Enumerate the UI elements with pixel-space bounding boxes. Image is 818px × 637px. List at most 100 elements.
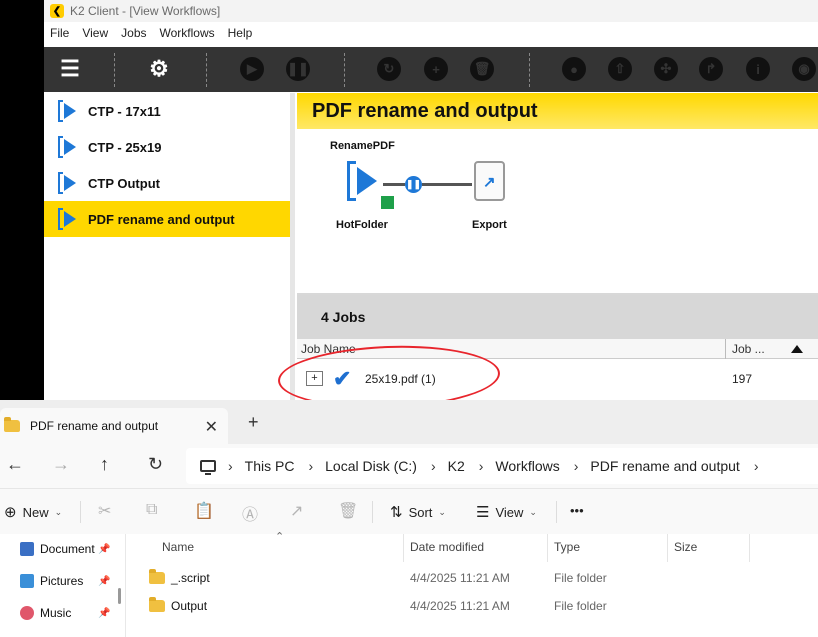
column-type[interactable]: Type — [554, 540, 580, 554]
breadcrumb-separator[interactable]: › — [431, 458, 436, 474]
scrollbar[interactable] — [118, 588, 121, 604]
close-icon[interactable]: ✕ — [205, 417, 218, 437]
breadcrumb-item[interactable]: K2 — [448, 458, 465, 474]
sort-caret-icon: ⌃ — [275, 531, 285, 543]
chevron-down-icon: ⌄ — [54, 506, 63, 517]
forward-icon[interactable]: → — [52, 454, 70, 475]
workflow-item[interactable]: CTP Output — [44, 165, 290, 201]
pin-icon[interactable]: 📌 — [98, 544, 110, 555]
breadcrumb-item[interactable]: This PC — [245, 458, 295, 474]
view-lines-icon: ☰ — [476, 504, 490, 521]
new-button[interactable]: ⊕ New ⌄ — [4, 503, 62, 521]
ink-icon[interactable]: ● — [562, 57, 586, 81]
breadcrumb-separator[interactable]: › — [754, 458, 759, 474]
column-job-number-label: Job ... — [732, 342, 765, 356]
file-row[interactable]: Output 4/4/2025 11:21 AM File folder — [127, 592, 818, 620]
delete-icon[interactable]: 🗑 — [470, 57, 494, 81]
settings-icon[interactable]: ⚙ — [147, 56, 171, 81]
k2-menubar: File View Jobs Workflows Help — [44, 22, 818, 44]
sort-icon: ⇅ — [390, 504, 403, 521]
back-icon[interactable]: ← — [6, 454, 24, 475]
add-circle-icon: ⊕ — [4, 504, 17, 521]
workflow-item[interactable]: CTP - 25x19 — [44, 129, 290, 165]
paste-icon[interactable]: 📋 — [194, 501, 214, 521]
workflow-label: CTP - 17x11 — [88, 103, 161, 119]
breadcrumb-separator[interactable]: › — [479, 458, 484, 474]
pictures-icon — [20, 574, 34, 588]
chevron-down-icon: ⌄ — [438, 506, 446, 517]
jobs-count: 4 Jobs — [297, 295, 818, 339]
new-tab-button[interactable]: + — [248, 412, 259, 433]
checkmark-icon: ✔ — [333, 366, 352, 391]
breadcrumb-item[interactable]: PDF rename and output — [590, 458, 739, 474]
delete-icon[interactable]: 🗑 — [338, 501, 358, 521]
quick-access-label: Pictures — [40, 574, 84, 588]
add-icon[interactable]: + — [424, 57, 448, 81]
sort-button[interactable]: ⇅ Sort ⌄ — [390, 503, 446, 521]
breadcrumb-separator[interactable]: › — [308, 458, 313, 474]
group-label: RenamePDF — [330, 140, 395, 152]
refresh-icon[interactable]: ↻ — [377, 57, 401, 81]
quick-access-item[interactable]: Pictures — [20, 574, 83, 588]
hotfolder-icon — [58, 208, 78, 230]
pin-icon[interactable]: 📌 — [98, 576, 110, 587]
menu-file[interactable]: File — [50, 26, 69, 40]
expand-button[interactable]: + — [306, 371, 323, 386]
share-icon[interactable]: ↗ — [290, 501, 303, 521]
connector-line — [422, 183, 472, 186]
file-date: 4/4/2025 11:21 AM — [410, 599, 510, 613]
refresh-icon[interactable]: ↻ — [148, 454, 163, 475]
menu-help[interactable]: Help — [228, 26, 253, 40]
menu-view[interactable]: View — [82, 26, 108, 40]
copy-icon[interactable]: ⧉ — [146, 501, 157, 519]
upload-icon[interactable]: ⇧ — [608, 57, 632, 81]
column-size[interactable]: Size — [674, 540, 697, 554]
quick-access-item[interactable]: Music — [20, 606, 71, 620]
pause-icon[interactable]: ❚❚ — [286, 57, 310, 81]
workflow-label: PDF rename and output — [88, 211, 235, 227]
file-row[interactable]: _.script 4/4/2025 11:21 AM File folder — [127, 564, 818, 592]
view-icon[interactable]: ◉ — [792, 57, 816, 81]
redirect-icon[interactable]: ↱ — [699, 57, 723, 81]
k2-logo-icon: ❮ — [50, 4, 64, 18]
more-options-button[interactable]: ••• — [570, 503, 584, 518]
music-icon — [20, 606, 34, 620]
file-date: 4/4/2025 11:21 AM — [410, 571, 510, 585]
menu-workflows[interactable]: Workflows — [160, 26, 215, 40]
k2-client-window: ❮ K2 Client - [View Workflows] File View… — [44, 0, 818, 400]
up-icon[interactable]: ↑ — [100, 454, 109, 475]
info-icon[interactable]: i — [746, 57, 770, 81]
rename-icon[interactable]: Ⓐ — [242, 501, 258, 525]
table-row[interactable]: + ✔ 25x19.pdf (1) 197 — [297, 359, 818, 399]
column-job-number[interactable]: Job ... — [725, 339, 817, 359]
file-explorer-window: PDF rename and output ✕ + ← → ↑ ↻ › This… — [0, 400, 818, 637]
hotfolder-node-icon[interactable] — [347, 161, 383, 201]
column-job-name[interactable]: Job Name — [301, 342, 356, 356]
breadcrumb-separator[interactable]: › — [574, 458, 579, 474]
menu-jobs[interactable]: Jobs — [121, 26, 146, 40]
menu-icon[interactable]: ☰ — [58, 56, 82, 81]
cut-icon[interactable]: ✂ — [98, 501, 111, 521]
explorer-tab-bar: PDF rename and output ✕ + — [0, 400, 818, 444]
k2-toolbar: ☰ ⚙ ▶ ❚❚ ↻ + 🗑 ● ⇧ ✣ ↱ i ◉ — [44, 44, 818, 92]
view-button[interactable]: ☰ View ⌄ — [476, 503, 537, 521]
quick-access-item[interactable]: Document — [20, 542, 95, 556]
breadcrumb-item[interactable]: Workflows — [495, 458, 559, 474]
pause-node-icon[interactable]: ❚❚ — [405, 176, 422, 193]
play-icon[interactable]: ▶ — [240, 57, 264, 81]
column-date[interactable]: Date modified — [410, 540, 484, 554]
explorer-tab[interactable]: PDF rename and output ✕ — [0, 408, 228, 444]
target-node-label: Export — [472, 219, 507, 231]
toolbar-separator — [529, 53, 530, 87]
workflow-item-selected[interactable]: PDF rename and output — [44, 201, 290, 237]
breadcrumb[interactable]: › This PC › Local Disk (C:) › K2 › Workf… — [186, 448, 818, 484]
connector-line — [383, 183, 405, 186]
workflow-item[interactable]: CTP - 17x11 — [44, 93, 290, 129]
layout-icon[interactable]: ✣ — [654, 57, 678, 81]
breadcrumb-item[interactable]: Local Disk (C:) — [325, 458, 417, 474]
pc-icon — [200, 460, 216, 475]
breadcrumb-separator[interactable]: › — [228, 458, 233, 474]
column-name[interactable]: Name — [162, 540, 194, 554]
pin-icon[interactable]: 📌 — [98, 608, 110, 619]
export-node-icon[interactable]: ↗ — [474, 161, 505, 201]
